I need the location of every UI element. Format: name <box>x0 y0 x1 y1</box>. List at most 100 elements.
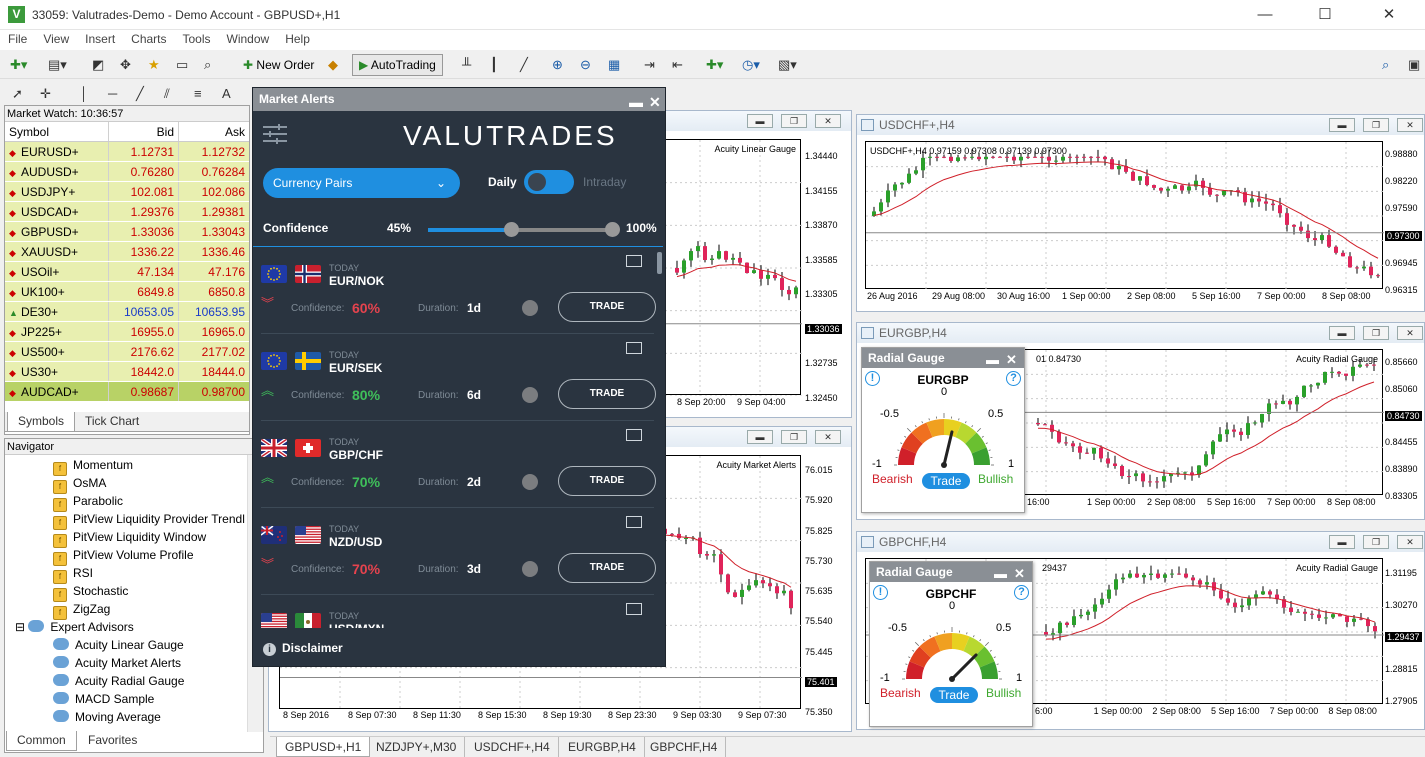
chart-icon[interactable] <box>626 342 642 354</box>
bar-chart-icon[interactable]: ╨ <box>462 54 471 76</box>
menu-view[interactable]: View <box>35 30 77 48</box>
navigator-expert-item[interactable]: Acuity Radial Gauge <box>53 672 184 690</box>
close-button[interactable]: ✕ <box>1366 0 1412 30</box>
collapse-icon[interactable]: ⊟ <box>15 620 28 634</box>
menu-help[interactable]: Help <box>277 30 318 48</box>
chart-tab[interactable]: GBPCHF,H4 <box>642 737 727 757</box>
chart-restore-button[interactable]: ❐ <box>781 114 807 128</box>
market-alerts-minimize-icon[interactable]: ▬ <box>629 91 643 114</box>
menu-tools[interactable]: Tools <box>175 30 219 48</box>
profiles-icon[interactable]: ▤▾ <box>48 54 67 76</box>
chat-icon[interactable]: ▣ <box>1408 54 1420 76</box>
navigator-expert-item[interactable]: Acuity Linear Gauge <box>53 636 184 654</box>
market-watch-row[interactable]: ◆ GBPUSD+ 1.33036 1.33043 <box>5 222 249 242</box>
zoom-out-icon[interactable]: ⊖ <box>580 54 591 76</box>
chart-tab[interactable]: GBPUSD+,H1 <box>276 737 371 757</box>
market-watch-row[interactable]: ◆ USOil+ 47.134 47.176 <box>5 262 249 282</box>
chart-minimize-button[interactable]: ▬ <box>1329 326 1355 340</box>
navigator-expert-item[interactable]: Moving Average <box>53 708 161 726</box>
horizontal-line-icon[interactable]: ─ <box>108 83 117 105</box>
tile-windows-icon[interactable]: ▦ <box>608 54 620 76</box>
alerts-list[interactable]: TODAY EUR/NOK ︾ Confidence: 60% Duration: 1d TR… <box>253 246 663 628</box>
market-watch-icon[interactable]: ◩ <box>92 54 104 76</box>
chart-tab[interactable]: NZDJPY+,M30 <box>368 737 466 757</box>
menu-charts[interactable]: Charts <box>123 30 174 48</box>
strategy-tester-icon[interactable]: ⌕ <box>204 54 211 76</box>
tab-tick-chart[interactable]: Tick Chart <box>75 412 149 432</box>
templates-icon[interactable]: ▧▾ <box>778 54 797 76</box>
chart-restore-button[interactable]: ❐ <box>781 430 807 444</box>
period-toggle[interactable] <box>524 170 574 194</box>
fibonacci-icon[interactable]: ≡ <box>194 83 202 105</box>
auto-scroll-icon[interactable]: ⇥ <box>644 54 655 76</box>
navigator-indicator-item[interactable]: f PitView Volume Profile <box>53 546 194 566</box>
chart-icon[interactable] <box>626 255 642 267</box>
navigator-indicator-item[interactable]: f Momentum <box>53 456 133 476</box>
chart-close-button[interactable]: ✕ <box>1397 326 1423 340</box>
chart-close-button[interactable]: ✕ <box>1397 535 1423 549</box>
minimize-button[interactable]: — <box>1242 0 1288 30</box>
new-order-button[interactable]: ✚ New Order <box>236 54 321 76</box>
chart-minimize-button[interactable]: ▬ <box>1329 118 1355 132</box>
chart-close-button[interactable]: ✕ <box>815 114 841 128</box>
cursor-icon[interactable]: ➚ <box>12 83 23 105</box>
market-watch-row[interactable]: ◆ US30+ 18442.0 18444.0 <box>5 362 249 382</box>
navigator-expert-item[interactable]: Acuity Market Alerts <box>53 654 181 672</box>
confidence-slider-track[interactable] <box>428 228 613 232</box>
navigator-indicator-item[interactable]: f PitView Liquidity Provider Trendl <box>53 510 245 530</box>
candlestick-icon[interactable]: ┃ <box>490 54 498 76</box>
trade-button[interactable]: TRADE <box>558 553 656 583</box>
periods-icon[interactable]: ◷▾ <box>742 54 760 76</box>
confidence-slider-min-handle[interactable] <box>504 222 520 237</box>
chart-icon[interactable] <box>626 429 642 441</box>
navigator-expert-item[interactable]: MACD Sample <box>53 690 154 708</box>
navigator-indicator-item[interactable]: f OsMA <box>53 474 106 494</box>
chart-window-usdchf[interactable]: USDCHF+,H4 ▬ ❐ ✕ USDCHF+,H4 0.97159 0.97… <box>856 114 1425 312</box>
navigator-indicator-item[interactable]: f Parabolic <box>53 492 123 512</box>
confidence-slider-max-handle[interactable] <box>605 222 620 237</box>
market-alerts-close-icon[interactable]: ✕ <box>649 91 661 114</box>
text-icon[interactable]: A <box>222 83 231 105</box>
chart-shift-icon[interactable]: ⇤ <box>672 54 683 76</box>
settings-sliders-icon[interactable] <box>263 124 287 144</box>
chart-close-button[interactable]: ✕ <box>1397 118 1423 132</box>
tab-symbols[interactable]: Symbols <box>7 412 76 432</box>
market-watch-row[interactable]: ◆ US500+ 2176.62 2177.02 <box>5 342 249 362</box>
navigator-icon[interactable]: ★ <box>148 54 160 76</box>
chart-tab[interactable]: USDCHF+,H4 <box>466 737 559 757</box>
navigator-group-expert-advisors[interactable]: ⊟ Expert Advisors <box>15 618 134 636</box>
disclaimer-link[interactable]: i Disclaimer <box>263 641 343 656</box>
navigator-indicator-item[interactable]: f RSI <box>53 564 93 584</box>
metaeditor-icon[interactable]: ◆ <box>328 54 338 76</box>
chart-plot-usdchf[interactable]: USDCHF+,H4 0.97159 0.97308 0.97139 0.973… <box>865 141 1384 290</box>
menu-window[interactable]: Window <box>219 30 278 48</box>
zoom-in-icon[interactable]: ⊕ <box>552 54 563 76</box>
search-icon[interactable]: ⌕ <box>1382 54 1389 76</box>
market-watch-row[interactable]: ◆ USDJPY+ 102.081 102.086 <box>5 182 249 202</box>
chart-minimize-button[interactable]: ▬ <box>1329 535 1355 549</box>
market-watch-row[interactable]: ◆ USDCAD+ 1.29376 1.29381 <box>5 202 249 222</box>
market-watch-row[interactable]: ◆ XAUUSD+ 1336.22 1336.46 <box>5 242 249 262</box>
autotrading-button[interactable]: ▶ AutoTrading <box>352 54 443 76</box>
radial-gauge-minimize-icon[interactable]: ▬ <box>986 350 999 370</box>
chart-restore-button[interactable]: ❐ <box>1363 118 1389 132</box>
column-symbol[interactable]: Symbol <box>5 122 109 141</box>
alerts-scrollbar[interactable] <box>657 252 662 274</box>
navigator-indicator-item[interactable]: f PitView Liquidity Window <box>53 528 206 548</box>
chart-icon[interactable] <box>626 603 642 615</box>
instrument-filter-select[interactable]: Currency Pairs ⌄ <box>263 168 460 198</box>
navigator-indicator-item[interactable]: f Stochastic <box>53 582 128 602</box>
radial-gauge-close-icon[interactable]: ✕ <box>1014 564 1025 584</box>
data-window-icon[interactable]: ✥ <box>120 54 131 76</box>
market-watch-row[interactable]: ◆ UK100+ 6849.8 6850.8 <box>5 282 249 302</box>
chart-restore-button[interactable]: ❐ <box>1363 535 1389 549</box>
chart-icon[interactable] <box>626 516 642 528</box>
trade-button[interactable]: TRADE <box>558 292 656 322</box>
radial-gauge-close-icon[interactable]: ✕ <box>1006 350 1017 370</box>
new-chart-icon[interactable]: ✚▾ <box>10 54 27 76</box>
chart-minimize-button[interactable]: ▬ <box>747 114 773 128</box>
column-ask[interactable]: Ask <box>179 122 249 141</box>
chart-close-button[interactable]: ✕ <box>815 430 841 444</box>
crosshair-icon[interactable]: ✛ <box>40 83 51 105</box>
radial-gauge-minimize-icon[interactable]: ▬ <box>994 564 1007 584</box>
